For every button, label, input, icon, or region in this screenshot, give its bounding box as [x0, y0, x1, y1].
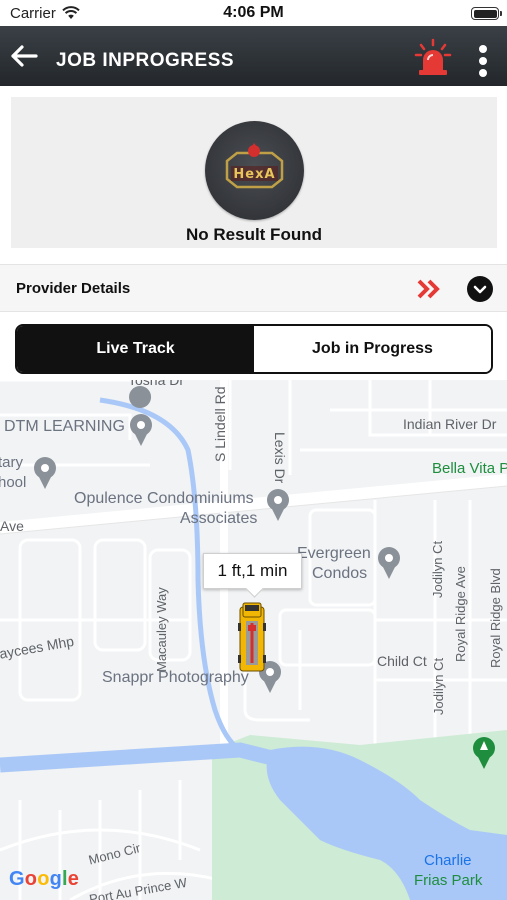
arrow-left-icon	[11, 45, 38, 67]
map-label-s-lindell-rd: S Lindell Rd	[212, 386, 228, 463]
tab-live-track[interactable]: Live Track	[17, 326, 254, 372]
map-label-royal-ridge-blvd: Royal Ridge Blvd	[488, 568, 503, 668]
status-bar: Carrier 4:06 PM	[0, 0, 507, 26]
map-label-charlie-1: Charlie	[424, 852, 472, 869]
app-header: JOB INPROGRESS	[0, 26, 507, 86]
map-label-jodilyn-ct-1: Jodilyn Ct	[430, 540, 445, 598]
siren-button[interactable]	[413, 38, 453, 78]
map-label-evergreen-1: Evergreen	[297, 545, 371, 562]
provider-details-row[interactable]: Provider Details	[0, 264, 507, 312]
map-label-dtm-learning: DTM LEARNING	[4, 418, 125, 435]
map-label-evergreen-2: Condos	[312, 565, 368, 582]
provider-details-label: Provider Details	[16, 280, 131, 297]
google-logo: Google	[9, 868, 80, 890]
no-result-message: No Result Found	[186, 225, 322, 244]
tow-truck-icon	[238, 602, 266, 672]
result-card: HexA No Result Found	[11, 97, 497, 248]
expand-provider-button[interactable]	[467, 276, 493, 302]
tab-job-in-progress[interactable]: Job in Progress	[254, 326, 491, 372]
map-label-opulence-2: Associates	[180, 510, 258, 527]
battery-icon	[471, 7, 502, 20]
map-label-bella-vita: Bella Vita P	[432, 460, 507, 477]
back-button[interactable]	[8, 42, 40, 70]
map-label-snappr: Snappr Photography	[102, 669, 249, 686]
double-chevron-right-icon	[417, 279, 440, 299]
more-options-button[interactable]	[470, 44, 496, 78]
more-vertical-icon	[479, 45, 487, 53]
page-title: JOB INPROGRESS	[56, 50, 235, 71]
chevron-down-icon	[473, 285, 487, 294]
map-label-ave: Ave	[0, 518, 24, 534]
map-label-opulence-1: Opulence Condominiums	[74, 490, 254, 507]
map-label-child-ct: Child Ct	[377, 653, 427, 669]
status-time: 4:06 PM	[223, 4, 284, 21]
map-label-macauley-way: Macauley Way	[154, 587, 169, 672]
map-label-jodilyn-ct-2: Jodilyn Ct	[431, 657, 446, 715]
map-label-indian-river-dr: Indian River Dr	[403, 416, 497, 432]
map-label-tosha-dr: Tosha Dr	[128, 380, 185, 388]
map-label-tary: tary	[0, 454, 24, 471]
map-label-hool: hool	[0, 474, 27, 491]
eta-bubble: 1 ft,1 min	[203, 553, 302, 589]
map-label-royal-ridge-ave: Royal Ridge Ave	[453, 566, 468, 662]
siren-icon	[414, 38, 452, 75]
hexa-logo: HexA	[205, 121, 304, 220]
map-label-lexis-dr: Lexis Dr	[272, 432, 288, 484]
tab-bar: Live Track Job in Progress	[15, 324, 493, 374]
logo-text: HexA	[233, 167, 276, 182]
map-label-charlie-2: Frias Park	[414, 872, 483, 889]
